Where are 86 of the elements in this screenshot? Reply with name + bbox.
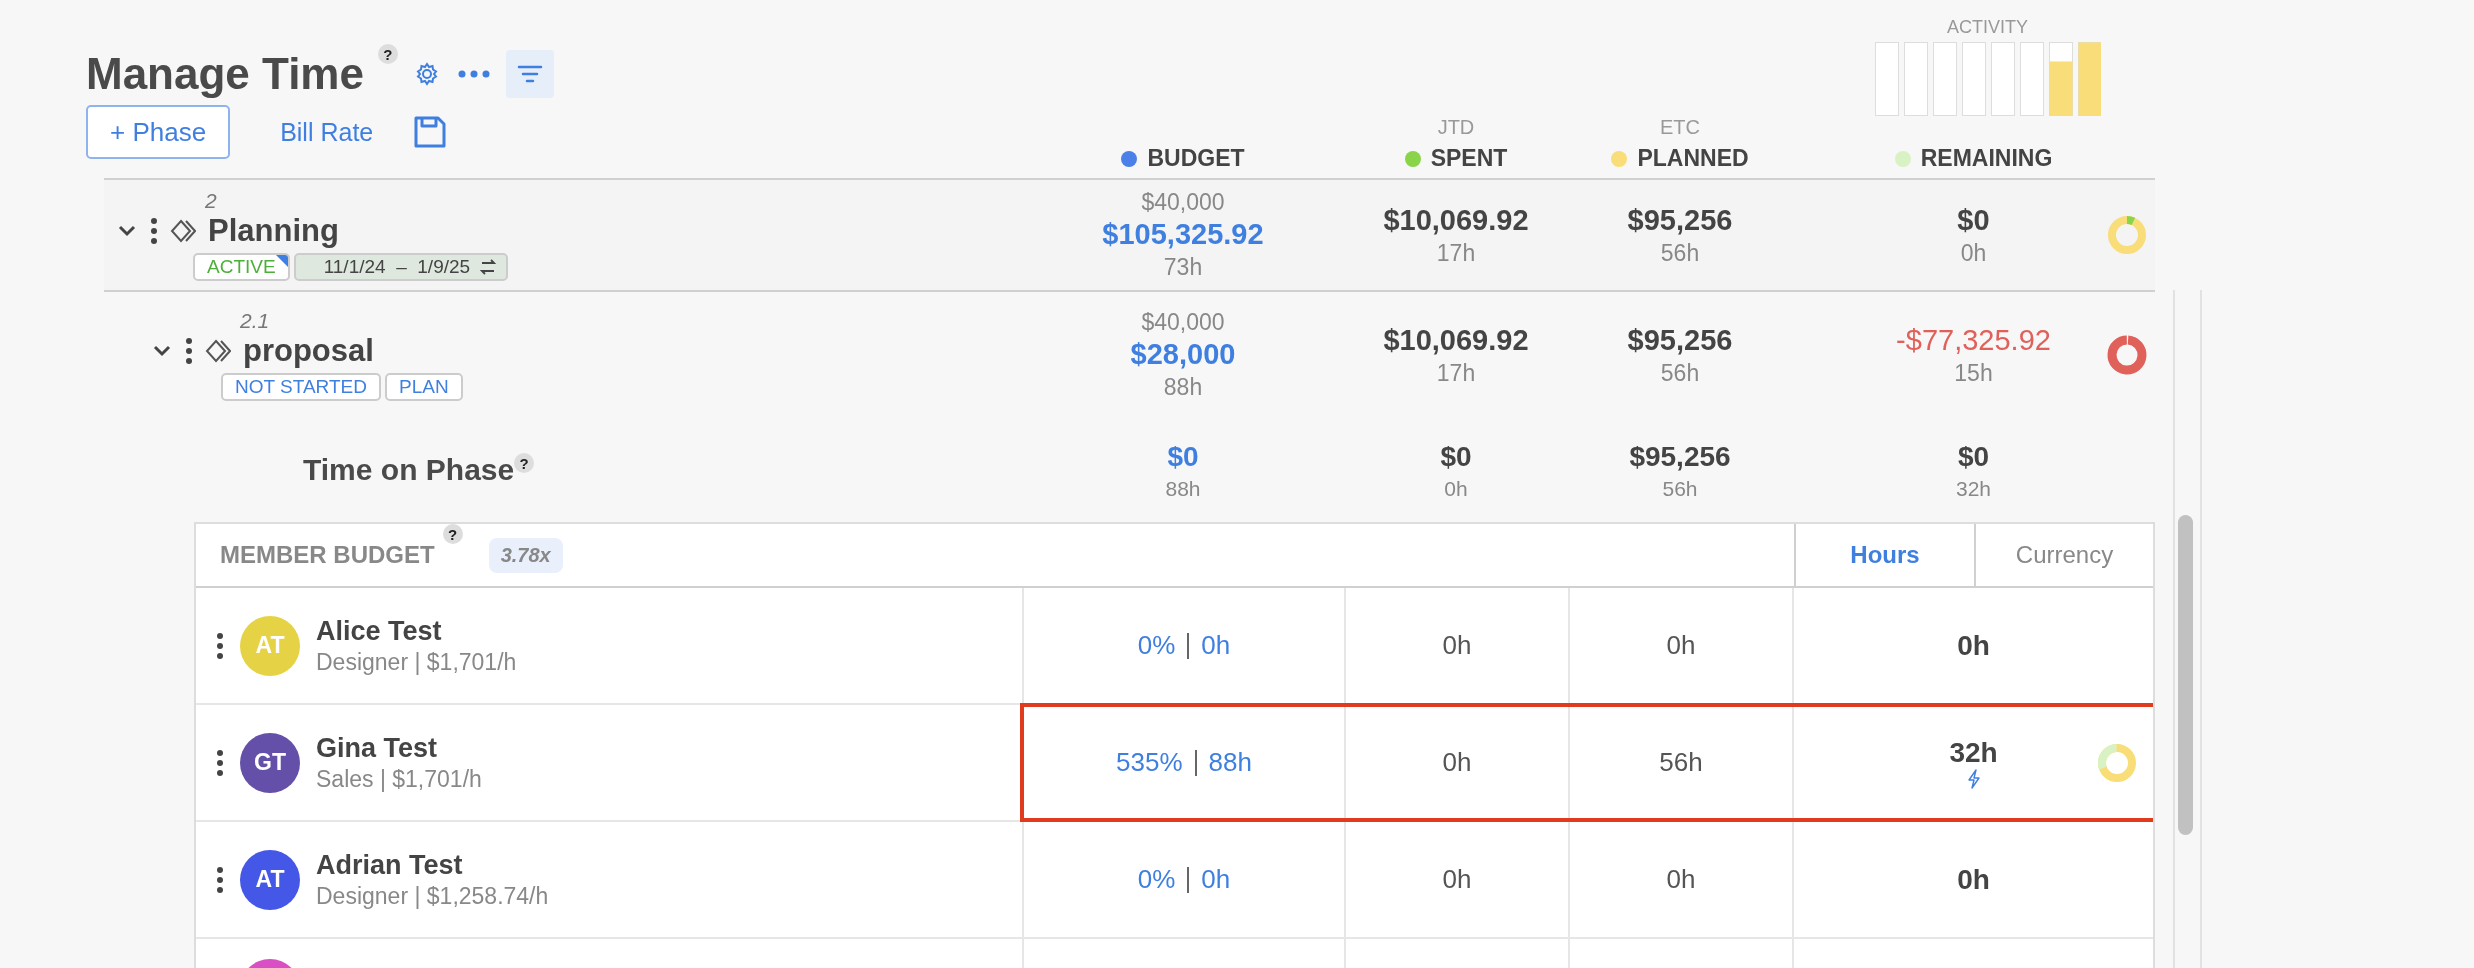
kebab-menu-icon[interactable]: [216, 865, 224, 894]
member-name[interactable]: Gina Test: [316, 732, 482, 764]
help-icon[interactable]: ?: [514, 453, 535, 473]
phase-number: 2.1: [240, 309, 271, 333]
status-tag: NOT STARTED: [221, 373, 381, 401]
column-header: BUDGET: [1147, 145, 1245, 172]
avatar: AT: [240, 615, 300, 676]
time-on-phase-label: Time on Phase: [303, 453, 515, 487]
member-name[interactable]: Adrian Test: [316, 849, 549, 881]
column-header: REMAINING: [1920, 145, 2053, 172]
hours-value: 56h: [1660, 360, 1700, 388]
member-name[interactable]: Alice Test: [316, 615, 517, 647]
amount-value: $0: [1957, 203, 1990, 239]
budget-target: $40,000: [1141, 188, 1225, 217]
scrollbar-thumb[interactable]: [2178, 515, 2193, 835]
kebab-menu-icon[interactable]: [216, 748, 224, 777]
hours-value: 0h: [1442, 747, 1472, 778]
column-header: SPENT: [1430, 145, 1508, 172]
add-phase-button[interactable]: + Phase: [86, 105, 231, 159]
amount-value: $28,000: [1130, 337, 1236, 373]
remaining-hours: 0h: [1957, 629, 1990, 662]
hours-value: 0h: [1666, 864, 1696, 895]
member-role: Designer | $1,701/h: [316, 648, 517, 676]
amount-value: $95,256: [1627, 203, 1733, 239]
amount-value: $10,069.92: [1383, 203, 1529, 239]
kebab-menu-icon[interactable]: [150, 217, 158, 245]
kebab-menu-icon[interactable]: [216, 631, 224, 660]
diamond-icon: [170, 218, 196, 244]
column-caption: JTD: [1437, 116, 1475, 139]
column-caption: ETC: [1660, 116, 1700, 139]
hours-value: 17h: [1436, 360, 1476, 388]
date-range: 11/1/24 – 1/9/25: [323, 256, 471, 278]
amount-value: $0: [1167, 440, 1199, 475]
budget-hours[interactable]: 88h: [1208, 747, 1252, 778]
hours-value: 17h: [1436, 240, 1476, 268]
hours-value: 88h: [1165, 475, 1201, 501]
budget-hours[interactable]: 0h: [1201, 630, 1231, 661]
help-icon[interactable]: ?: [442, 524, 463, 544]
hours-value: 15h: [1954, 360, 1993, 388]
diamond-icon: [205, 338, 231, 364]
hours-value: 88h: [1163, 373, 1203, 402]
page-title: Manage Time: [86, 49, 364, 99]
phase-name[interactable]: proposal: [243, 333, 374, 369]
activity-label: ACTIVITY: [1947, 17, 2028, 38]
hours-value: 0h: [1442, 864, 1472, 895]
hours-value: 73h: [1163, 253, 1203, 282]
kebab-menu-icon[interactable]: [185, 337, 193, 365]
amount-value: $95,256: [1627, 323, 1733, 359]
filter-icon[interactable]: [505, 50, 554, 98]
hours-value: 56h: [1659, 747, 1703, 778]
hours-value: 0h: [1444, 475, 1468, 501]
swap-icon: [480, 258, 497, 276]
multiplier-badge: 3.78x: [488, 537, 563, 573]
corner-flag-icon: [275, 255, 288, 267]
hours-value: 32h: [1955, 475, 1991, 501]
amount-value: $95,256: [1629, 440, 1731, 475]
budget-hours[interactable]: 0h: [1201, 864, 1231, 895]
phase-name[interactable]: Planning: [208, 213, 339, 249]
save-icon[interactable]: [413, 115, 448, 149]
budget-target: $40,000: [1141, 308, 1225, 337]
remaining-hours: 32h: [1949, 736, 1998, 769]
hours-value: 56h: [1660, 240, 1700, 268]
phase-number: 2: [205, 189, 218, 213]
avatar: GT: [240, 732, 300, 793]
column-header: PLANNED: [1637, 145, 1749, 172]
member-role: Designer | $1,258.74/h: [316, 882, 549, 910]
remaining-hours: 0h: [1957, 863, 1990, 896]
budget-percent[interactable]: 0%: [1137, 864, 1176, 895]
bill-rate-link[interactable]: Bill Rate: [280, 117, 374, 147]
amount-value: -$77,325.92: [1896, 323, 2051, 359]
member-role: Sales | $1,701/h: [316, 765, 482, 793]
hours-value: 0h: [1960, 240, 1987, 268]
status-tag: ACTIVE: [193, 253, 290, 281]
amount-value: $10,069.92: [1383, 323, 1529, 359]
help-icon[interactable]: ?: [377, 44, 398, 64]
amount-value: $0: [1957, 440, 1990, 475]
status-tag: PLAN: [384, 373, 463, 401]
amount-value: $0: [1440, 440, 1472, 475]
hours-value: 0h: [1666, 630, 1696, 661]
budget-percent[interactable]: 535%: [1116, 747, 1183, 778]
hours-value: 0h: [1442, 630, 1472, 661]
amount-value: $105,325.92: [1102, 217, 1264, 253]
hours-value: 56h: [1662, 475, 1698, 501]
section-title: MEMBER BUDGET: [220, 541, 435, 569]
avatar: AT: [240, 849, 300, 910]
budget-percent[interactable]: 0%: [1137, 630, 1176, 661]
